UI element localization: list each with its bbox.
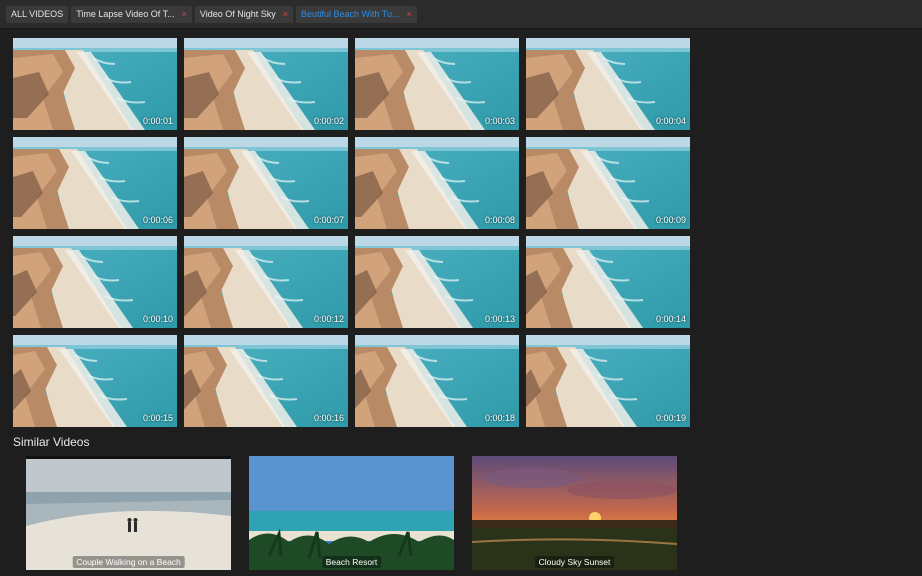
tab-label: Beutiful Beach With Tu... xyxy=(301,9,400,19)
frame-timestamp: 0:00:02 xyxy=(313,116,344,126)
tab-bar: ALL VIDEOS Time Lapse Video Of T... × Video… xyxy=(0,0,922,29)
frame-timestamp: 0:00:14 xyxy=(655,314,686,324)
video-frame[interactable]: 0:00:19 xyxy=(526,335,690,427)
video-thumbnail xyxy=(249,456,454,570)
similar-videos-title: Similar Videos xyxy=(13,435,90,449)
tab-3[interactable]: Beutiful Beach With Tu... × xyxy=(296,5,417,23)
video-frame[interactable]: 0:00:13 xyxy=(355,236,519,328)
tab-label: ALL VIDEOS xyxy=(11,9,64,19)
frame-timestamp: 0:00:06 xyxy=(142,215,173,225)
video-frame[interactable]: 0:00:15 xyxy=(13,335,177,427)
similar-video-card[interactable]: Cloudy Sky Sunset xyxy=(472,456,677,570)
video-frame[interactable]: 0:00:08 xyxy=(355,137,519,229)
frame-timestamp: 0:00:12 xyxy=(313,314,344,324)
video-caption: Couple Walking on a Beach xyxy=(72,556,185,568)
close-icon[interactable]: × xyxy=(182,9,187,19)
video-frame[interactable]: 0:00:12 xyxy=(184,236,348,328)
frame-grid: 0:00:01 0:00:02 0:00:03 0:00:04 0:00:06 … xyxy=(13,38,690,427)
tab-2[interactable]: Video Of Night Sky × xyxy=(194,5,293,23)
frame-timestamp: 0:00:04 xyxy=(655,116,686,126)
tab-1[interactable]: Time Lapse Video Of T... × xyxy=(71,5,192,23)
close-icon[interactable]: × xyxy=(283,9,288,19)
video-frame[interactable]: 0:00:18 xyxy=(355,335,519,427)
video-frame[interactable]: 0:00:07 xyxy=(184,137,348,229)
frame-timestamp: 0:00:01 xyxy=(142,116,173,126)
frame-timestamp: 0:00:18 xyxy=(484,413,515,423)
video-frame[interactable]: 0:00:14 xyxy=(526,236,690,328)
similar-videos-list: Couple Walking on a Beach Beach Resort C… xyxy=(26,456,677,570)
video-frame[interactable]: 0:00:02 xyxy=(184,38,348,130)
tab-label: Video Of Night Sky xyxy=(199,9,276,19)
video-frame[interactable]: 0:00:04 xyxy=(526,38,690,130)
video-frame[interactable]: 0:00:16 xyxy=(184,335,348,427)
frame-timestamp: 0:00:03 xyxy=(484,116,515,126)
close-icon[interactable]: × xyxy=(407,9,412,19)
frame-timestamp: 0:00:19 xyxy=(655,413,686,423)
video-thumbnail xyxy=(472,456,677,570)
tab-0[interactable]: ALL VIDEOS xyxy=(6,5,69,23)
video-caption: Beach Resort xyxy=(321,556,382,568)
frame-timestamp: 0:00:10 xyxy=(142,314,173,324)
video-frame[interactable]: 0:00:06 xyxy=(13,137,177,229)
similar-video-card[interactable]: Beach Resort xyxy=(249,456,454,570)
frame-timestamp: 0:00:09 xyxy=(655,215,686,225)
video-caption: Cloudy Sky Sunset xyxy=(534,556,615,568)
frame-timestamp: 0:00:07 xyxy=(313,215,344,225)
video-frame[interactable]: 0:00:10 xyxy=(13,236,177,328)
tab-label: Time Lapse Video Of T... xyxy=(76,9,175,19)
video-frame[interactable]: 0:00:01 xyxy=(13,38,177,130)
frame-timestamp: 0:00:08 xyxy=(484,215,515,225)
video-frame[interactable]: 0:00:09 xyxy=(526,137,690,229)
video-frame[interactable]: 0:00:03 xyxy=(355,38,519,130)
similar-video-card[interactable]: Couple Walking on a Beach xyxy=(26,456,231,570)
frame-timestamp: 0:00:15 xyxy=(142,413,173,423)
video-thumbnail xyxy=(26,456,231,570)
frame-timestamp: 0:00:13 xyxy=(484,314,515,324)
frame-timestamp: 0:00:16 xyxy=(313,413,344,423)
